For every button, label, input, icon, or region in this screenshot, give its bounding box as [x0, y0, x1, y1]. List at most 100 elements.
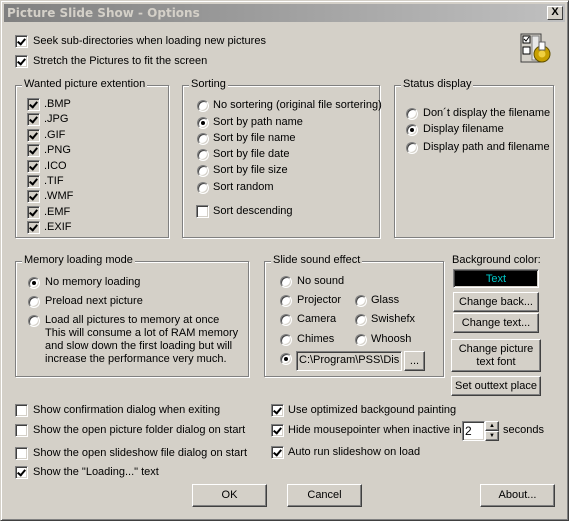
hide-mouse-seconds-value: 2: [465, 424, 472, 438]
autorun-checkbox[interactable]: [271, 446, 284, 459]
sort-date-label: Sort by file date: [213, 148, 290, 160]
sound-none-label: No sound: [297, 275, 345, 287]
seconds-label: seconds: [503, 424, 544, 436]
sound-none-radio[interactable]: [280, 276, 292, 288]
extension-label: .TIF: [44, 175, 64, 187]
memory-description-line: and slow down the first loading but will: [45, 340, 233, 352]
stretch-pictures-label: Stretch the Pictures to fit the screen: [33, 55, 208, 67]
memory-description-line: increase the performance very much.: [45, 353, 227, 365]
sort-none-radio[interactable]: [197, 100, 209, 112]
autorun-label: Auto run slideshow on load: [288, 446, 421, 458]
sound-projector-label: Projector: [297, 294, 342, 306]
extension-label: .WMF: [44, 190, 74, 202]
sort-random-label: Sort random: [213, 181, 274, 193]
extension-checkbox[interactable]: [27, 98, 40, 111]
status-path-label: Display path and filename: [423, 141, 550, 153]
sound-projector-radio[interactable]: [280, 295, 292, 307]
open-folder-dialog-label: Show the open picture folder dialog on s…: [33, 424, 246, 436]
change-font-label: text font: [476, 355, 516, 368]
extension-checkbox[interactable]: [27, 206, 40, 219]
window-title: Picture Slide Show - Options: [7, 6, 200, 20]
about-button[interactable]: About...: [480, 484, 555, 507]
sound-path-field[interactable]: C:\Program\PSS\Dis: [296, 351, 402, 371]
memory-group-title: Memory loading mode: [22, 254, 135, 266]
status-none-radio[interactable]: [406, 108, 418, 120]
sound-camera-radio[interactable]: [280, 314, 292, 326]
seek-subdirectories-checkbox[interactable]: [15, 35, 28, 48]
extension-checkbox[interactable]: [27, 160, 40, 173]
sound-browse-button[interactable]: ...: [404, 351, 425, 371]
hide-mouse-seconds-input[interactable]: 2: [462, 421, 485, 441]
extension-label: .GIF: [44, 129, 66, 141]
sound-whoosh-radio[interactable]: [355, 334, 367, 346]
status-filename-label: Display filename: [423, 123, 504, 135]
sort-path-radio[interactable]: [197, 117, 209, 129]
hide-mouse-checkbox[interactable]: [271, 424, 284, 437]
extension-checkbox[interactable]: [27, 144, 40, 157]
close-icon: X: [551, 6, 559, 18]
title-bar[interactable]: Picture Slide Show - Options X: [4, 4, 565, 22]
sound-chimes-radio[interactable]: [280, 334, 292, 346]
confirm-exit-checkbox[interactable]: [15, 404, 28, 417]
change-text-button[interactable]: Change text...: [453, 313, 539, 333]
loading-text-checkbox[interactable]: [15, 466, 28, 479]
status-display-title: Status display: [401, 78, 474, 90]
optimized-painting-checkbox[interactable]: [271, 404, 284, 417]
sound-swishefx-radio[interactable]: [355, 314, 367, 326]
cancel-button[interactable]: Cancel: [287, 484, 362, 507]
status-none-label: Don´t display the filename: [423, 107, 551, 119]
sound-custom-radio[interactable]: [280, 353, 292, 365]
extension-label: .EMF: [44, 206, 71, 218]
sort-descending-checkbox[interactable]: [196, 205, 209, 218]
optimized-painting-label: Use optimized backgound painting: [288, 404, 457, 416]
settings-gear-icon: [520, 33, 551, 63]
status-filename-radio[interactable]: [406, 124, 418, 136]
extension-label: .PNG: [44, 144, 71, 156]
extension-label: .EXIF: [44, 221, 72, 233]
memory-none-radio[interactable]: [28, 277, 40, 289]
sort-date-radio[interactable]: [197, 149, 209, 161]
change-font-button[interactable]: Change picture text font: [451, 339, 541, 372]
sort-filename-radio[interactable]: [197, 133, 209, 145]
memory-all-label: Load all pictures to memory at once: [45, 314, 220, 326]
sound-group-title: Slide sound effect: [271, 254, 363, 266]
extension-group-title: Wanted picture extention: [22, 78, 148, 90]
open-slideshow-dialog-checkbox[interactable]: [15, 447, 28, 460]
sorting-group-title: Sorting: [189, 78, 228, 90]
memory-preload-radio[interactable]: [28, 296, 40, 308]
status-path-radio[interactable]: [406, 142, 418, 154]
sound-swishefx-label: Swishefx: [371, 313, 416, 325]
sound-chimes-label: Chimes: [297, 333, 335, 345]
memory-all-radio[interactable]: [28, 315, 40, 327]
memory-preload-label: Preload next picture: [45, 295, 143, 307]
sound-whoosh-label: Whoosh: [371, 333, 412, 345]
open-folder-dialog-checkbox[interactable]: [15, 424, 28, 437]
extension-label: .JPG: [44, 113, 69, 125]
set-outtext-label: Set outtext place: [455, 379, 537, 392]
extension-checkbox[interactable]: [27, 113, 40, 126]
browse-label: ...: [409, 354, 420, 367]
cancel-label: Cancel: [307, 489, 342, 501]
extension-checkbox[interactable]: [27, 221, 40, 234]
color-preview: Text: [453, 269, 539, 288]
set-outtext-button[interactable]: Set outtext place: [451, 376, 541, 396]
extension-checkbox[interactable]: [27, 175, 40, 188]
sound-glass-radio[interactable]: [355, 295, 367, 307]
extension-label: .BMP: [44, 98, 71, 110]
confirm-exit-label: Show confirmation dialog when exiting: [33, 404, 221, 416]
sound-path-value: C:\Program\PSS\Dis: [299, 354, 400, 366]
sound-camera-label: Camera: [297, 313, 337, 325]
sort-size-label: Sort by file size: [213, 164, 288, 176]
memory-description-line: This will consume a lot of RAM memory: [45, 327, 239, 339]
sort-filename-label: Sort by file name: [213, 132, 296, 144]
about-label: About...: [498, 489, 537, 501]
extension-checkbox[interactable]: [27, 129, 40, 142]
extension-checkbox[interactable]: [27, 190, 40, 203]
sort-random-radio[interactable]: [197, 182, 209, 194]
close-button[interactable]: X: [547, 6, 563, 20]
ok-button[interactable]: OK: [192, 484, 267, 507]
change-back-button[interactable]: Change back...: [453, 292, 539, 312]
stretch-pictures-checkbox[interactable]: [15, 55, 28, 68]
sort-size-radio[interactable]: [197, 165, 209, 177]
seconds-spin-down[interactable]: ▼: [485, 431, 499, 441]
